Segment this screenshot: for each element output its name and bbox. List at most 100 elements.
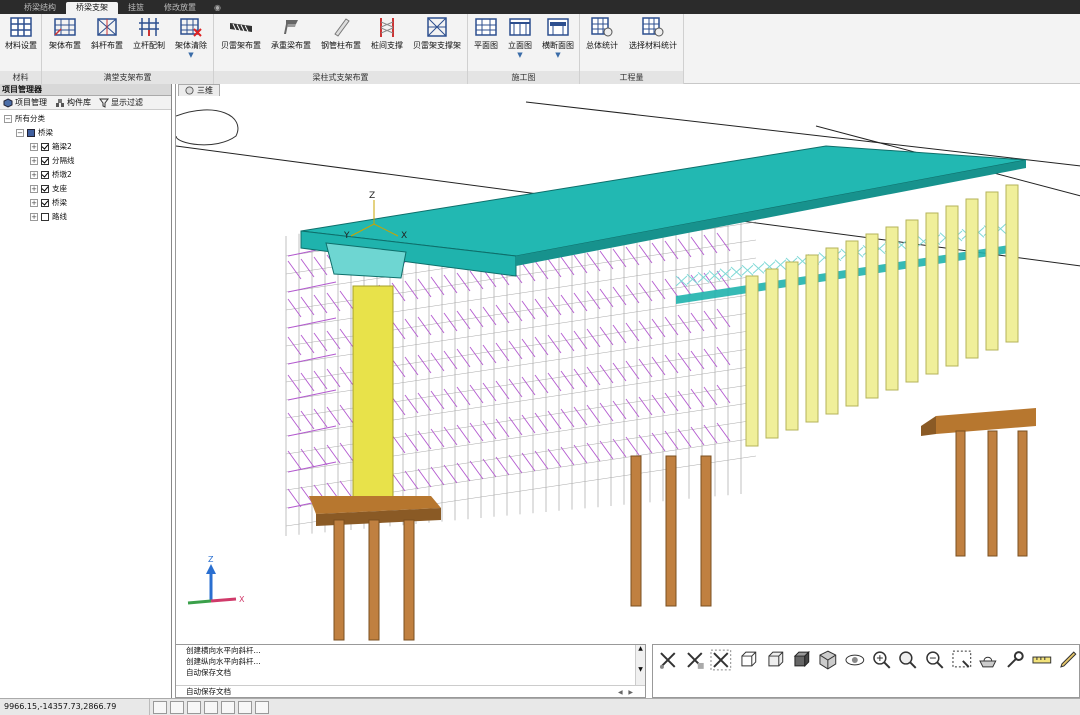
tree-item[interactable]: + 支座 bbox=[0, 182, 171, 196]
bridge-3d-model[interactable]: Z Y X Z X bbox=[176, 96, 1080, 644]
tab-hanging-basket[interactable]: 挂篮 bbox=[118, 2, 154, 14]
cross-section-button[interactable]: 横断面图 ▼ bbox=[538, 16, 578, 59]
tab-bridge-support[interactable]: 桥梁支架 bbox=[66, 2, 118, 14]
select-cross-icon[interactable] bbox=[684, 649, 706, 671]
tree-item-label: 路线 bbox=[52, 212, 67, 221]
pile-cap-side bbox=[921, 416, 936, 436]
expand-icon[interactable]: + bbox=[30, 199, 38, 207]
tree-item[interactable]: + 分隔线 bbox=[0, 154, 171, 168]
cross-section-dropdown-icon[interactable]: ▼ bbox=[538, 51, 578, 59]
expand-icon[interactable]: + bbox=[30, 213, 38, 221]
tree-item-checkbox[interactable] bbox=[41, 213, 49, 221]
pile bbox=[955, 430, 966, 557]
tree-group-bridge[interactable]: − 桥梁 bbox=[0, 126, 171, 140]
steel-pipe-button[interactable]: 钢管柱布置 bbox=[318, 16, 364, 51]
frame-clear-icon bbox=[180, 18, 202, 37]
pile bbox=[665, 455, 677, 607]
diagonal-bar-icon bbox=[97, 18, 117, 36]
ortho-toggle-button[interactable] bbox=[187, 700, 201, 714]
iso-view-icon[interactable] bbox=[817, 649, 839, 671]
layer-toggle-button[interactable] bbox=[221, 700, 235, 714]
tree-root[interactable]: − 所有分类 bbox=[0, 112, 171, 126]
tab-display-filter-label: 显示过滤 bbox=[111, 98, 143, 107]
collapse-icon[interactable]: − bbox=[16, 129, 24, 137]
select-icon[interactable] bbox=[657, 649, 679, 671]
expand-icon[interactable]: + bbox=[30, 157, 38, 165]
tree-item[interactable]: + 桥墩2 bbox=[0, 168, 171, 182]
ucs-toggle-button[interactable] bbox=[255, 700, 269, 714]
group-material: 材料设置 材料 bbox=[0, 14, 42, 84]
overall-stats-button[interactable]: 总体统计 bbox=[582, 16, 622, 51]
log-scrollbar[interactable]: ▲ ▼ bbox=[635, 645, 645, 687]
tab-display-filter[interactable]: 显示过滤 bbox=[99, 97, 143, 108]
tree-item-checkbox[interactable] bbox=[41, 185, 49, 193]
horizontal-scroll-arrows-icon[interactable]: ◀ ▶ bbox=[618, 689, 633, 696]
wireframe-cube-icon[interactable] bbox=[737, 649, 759, 671]
steel-pipe-column bbox=[885, 226, 899, 391]
tree-item-checkbox[interactable] bbox=[41, 143, 49, 151]
tab-project-management[interactable]: 项目管理 bbox=[3, 97, 47, 108]
elevation-view-dropdown-icon[interactable]: ▼ bbox=[504, 51, 536, 59]
diagonal-bar-button[interactable]: 斜杆布置 bbox=[88, 16, 126, 51]
log-line: 创建横向水平向斜杆... bbox=[186, 646, 261, 655]
zoom-extent-icon[interactable] bbox=[871, 649, 893, 671]
pile-brace-button[interactable]: 桩间支撑 bbox=[366, 16, 408, 51]
group-label-quantities: 工程量 bbox=[580, 71, 683, 84]
tree-item-checkbox[interactable] bbox=[41, 157, 49, 165]
steel-pipe-column bbox=[1005, 184, 1019, 343]
material-settings-button[interactable]: 材料设置 bbox=[3, 16, 39, 51]
tree-item[interactable]: + 箱梁2 bbox=[0, 140, 171, 154]
settings-wrench-icon[interactable] bbox=[1004, 649, 1026, 671]
select-window-icon[interactable] bbox=[710, 649, 732, 671]
frame-clear-dropdown-icon[interactable]: ▼ bbox=[172, 51, 210, 59]
tree-item[interactable]: + 桥梁 bbox=[0, 196, 171, 210]
bailey-support-button[interactable]: 贝雷架支撑架 bbox=[410, 16, 464, 51]
angle-toggle-button[interactable] bbox=[238, 700, 252, 714]
material-stats-button[interactable]: 选择材料统计 bbox=[624, 16, 682, 51]
plan-view-button[interactable]: 平面图 bbox=[470, 16, 502, 51]
expand-icon[interactable]: + bbox=[30, 143, 38, 151]
command-input[interactable]: 自动保存文档 bbox=[176, 685, 645, 697]
tree-item-label: 箱梁2 bbox=[52, 142, 72, 151]
pencil-icon[interactable] bbox=[1057, 649, 1079, 671]
bearing-beam-button[interactable]: 承重梁布置 bbox=[268, 16, 314, 51]
grid-toggle-button[interactable] bbox=[170, 700, 184, 714]
tab-bridge-structure[interactable]: 桥梁结构 bbox=[14, 2, 66, 14]
ruler-icon[interactable] bbox=[1031, 649, 1053, 671]
zoom-icon[interactable] bbox=[897, 649, 919, 671]
hidden-cube-icon[interactable] bbox=[764, 649, 786, 671]
tab-component-library[interactable]: 构件库 bbox=[55, 97, 91, 108]
pile bbox=[630, 455, 642, 607]
tree-root-label: 所有分类 bbox=[15, 114, 45, 123]
zoom-window-icon[interactable] bbox=[924, 649, 946, 671]
expand-icon[interactable]: + bbox=[30, 171, 38, 179]
steel-pipe-label: 钢管柱布置 bbox=[321, 41, 361, 50]
snap-toggle-button[interactable] bbox=[153, 700, 167, 714]
ribbon-toggle-icon[interactable]: ◉ bbox=[206, 2, 229, 14]
expand-icon[interactable]: + bbox=[30, 185, 38, 193]
steel-pipe-column bbox=[825, 247, 839, 415]
tree-item-checkbox[interactable] bbox=[41, 199, 49, 207]
tree-item-checkbox[interactable] bbox=[41, 171, 49, 179]
collapse-icon[interactable]: − bbox=[4, 115, 12, 123]
gizmo-x-label: X bbox=[239, 595, 245, 604]
elevation-view-button[interactable]: 立面图 ▼ bbox=[504, 16, 536, 59]
frame-layout-button[interactable]: 架体布置 bbox=[46, 16, 84, 51]
frame-clear-button[interactable]: 架体清除 ▼ bbox=[172, 16, 210, 59]
pile bbox=[987, 430, 998, 557]
cursor-coordinates: 9966.15,-14357.73,2866.79 bbox=[0, 699, 150, 715]
upright-config-button[interactable]: 立杆配制 bbox=[130, 16, 168, 51]
tree-group-label: 桥梁 bbox=[38, 128, 53, 137]
pan-icon[interactable] bbox=[951, 649, 973, 671]
tab-3d-view[interactable]: 三维 bbox=[178, 84, 220, 96]
shaded-cube-icon[interactable] bbox=[790, 649, 812, 671]
tab-modify-place[interactable]: 修改放置 bbox=[154, 2, 206, 14]
bailey-truss-button[interactable]: 贝雷架布置 bbox=[218, 16, 264, 51]
object-snap-button[interactable] bbox=[204, 700, 218, 714]
bailey-support-label: 贝雷架支撑架 bbox=[413, 41, 461, 50]
tree-item[interactable]: + 路线 bbox=[0, 210, 171, 224]
measure-icon[interactable] bbox=[977, 649, 999, 671]
orbit-icon[interactable] bbox=[844, 649, 866, 671]
3d-viewport[interactable]: 三维 Z Y X Z X bbox=[175, 84, 1080, 644]
ribbon: 材料设置 材料 架体布置 斜杆布置 立杆配制 架体清除 ▼ 满堂支架布置 贝雷架… bbox=[0, 14, 1080, 84]
